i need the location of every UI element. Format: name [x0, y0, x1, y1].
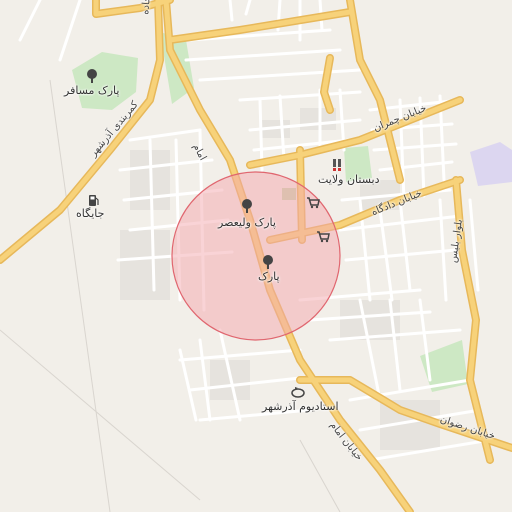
tree-icon[interactable] — [85, 69, 99, 83]
label-park-mosafer[interactable]: پارک مسافر — [64, 84, 119, 97]
road-label-jadeh: جاده — [140, 0, 153, 16]
label-park-valiasr[interactable]: پارک ولیعصر — [218, 216, 276, 229]
label-stadium[interactable]: استادیوم آذرشهر — [262, 400, 339, 413]
tree-icon[interactable] — [240, 199, 254, 213]
label-park[interactable]: پارک — [258, 270, 280, 283]
map-canvas[interactable] — [0, 0, 512, 512]
label-school-velayat[interactable]: دبستان ولایت — [318, 173, 379, 186]
stadium-icon[interactable] — [291, 385, 305, 399]
cart-icon[interactable] — [306, 195, 320, 209]
tree-icon[interactable] — [261, 255, 275, 269]
map-view[interactable]: پارک مسافر جایگاه پارک ولیعصر پارک دبستا… — [0, 0, 512, 512]
cart-icon[interactable] — [316, 229, 330, 243]
school-icon[interactable] — [330, 158, 344, 172]
fuel-icon[interactable] — [86, 193, 100, 207]
label-gas-station[interactable]: جایگاه — [76, 207, 104, 220]
